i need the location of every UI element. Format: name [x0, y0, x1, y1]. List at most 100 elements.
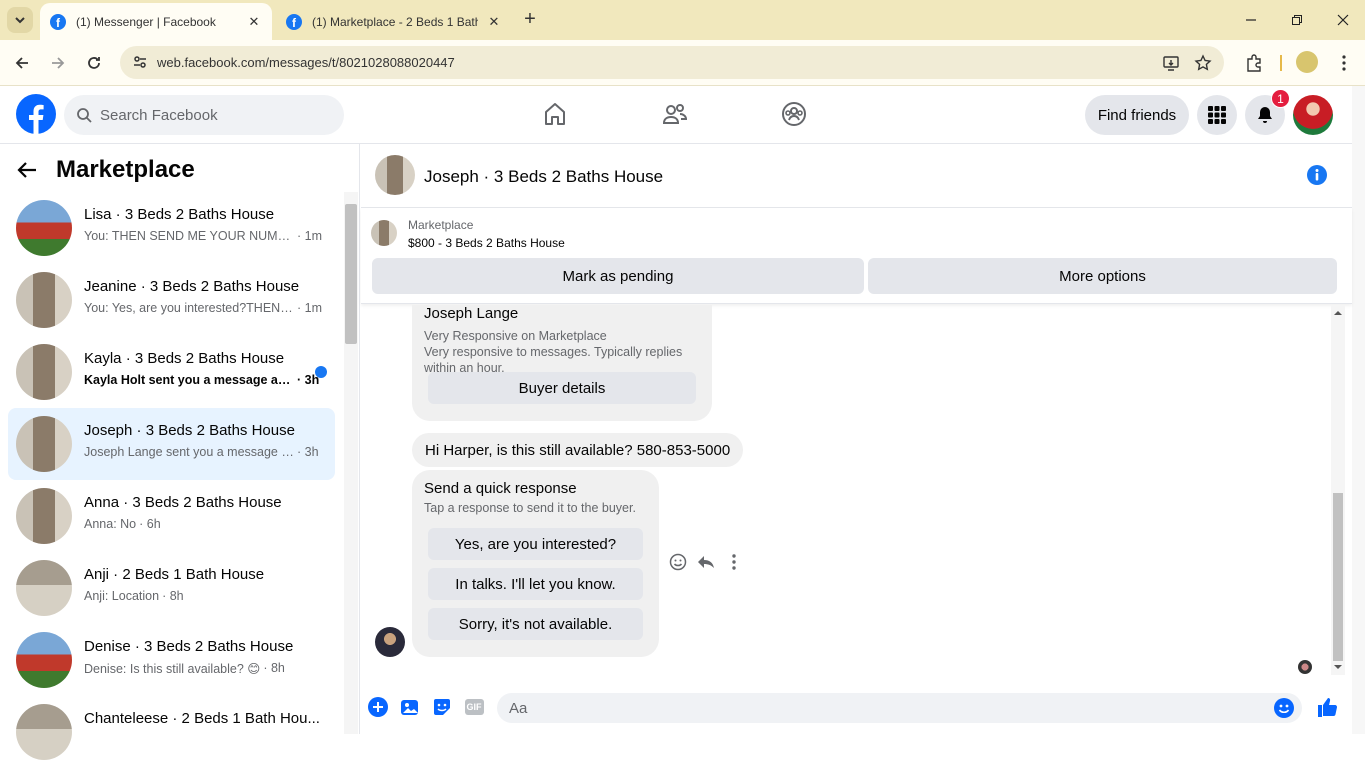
menu-grid-icon[interactable] [1197, 95, 1237, 135]
search-icon [77, 108, 92, 123]
message-input[interactable] [509, 699, 1249, 717]
conversation-item[interactable]: Joseph · 3 Beds 2 Baths House Joseph Lang… [8, 408, 335, 480]
reload-icon[interactable] [83, 52, 105, 74]
gif-icon[interactable]: GIF [463, 696, 485, 718]
quick-reply-yes-button[interactable]: Yes, are you interested? [428, 528, 643, 560]
conversation-item[interactable]: Lisa · 3 Beds 2 Baths House You: THEN SEN… [8, 192, 335, 264]
reply-icon[interactable] [696, 552, 716, 572]
tab-title: (1) Messenger | Facebook [76, 14, 216, 29]
chevron-down-icon [15, 17, 25, 24]
sender-avatar[interactable] [375, 627, 405, 657]
conversation-item[interactable]: Jeanine · 3 Beds 2 Baths House You: Yes, … [8, 264, 335, 336]
tab-title: (1) Marketplace - 2 Beds 1 Bath [312, 14, 478, 29]
close-tab-icon[interactable]: ✕ [246, 14, 262, 30]
notification-badge: 1 [1271, 89, 1290, 108]
more-actions-plus-icon[interactable] [367, 696, 389, 718]
site-settings-icon[interactable] [132, 54, 148, 70]
scroll-up-icon[interactable] [1331, 307, 1345, 319]
message-thread: Joseph Lange Very Responsive on Marketpl… [361, 305, 1352, 675]
install-app-icon[interactable] [1162, 54, 1180, 72]
chat-title[interactable]: Joseph · 3 Beds 2 Baths House [424, 167, 663, 187]
scrollbar-thumb[interactable] [1333, 493, 1343, 661]
groups-icon[interactable] [779, 99, 809, 129]
conversation-item[interactable]: Chanteleese · 2 Beds 1 Bath Hou... [8, 696, 335, 768]
chat-avatar[interactable] [375, 155, 415, 195]
message-bubble[interactable]: Hi Harper, is this still available? 580-… [412, 433, 744, 467]
account-avatar[interactable] [1293, 95, 1333, 135]
listing-thumbnail[interactable] [371, 220, 397, 246]
tab-search-button[interactable] [7, 7, 33, 33]
thread-scrollbar[interactable] [1331, 305, 1345, 675]
message-input-box[interactable] [497, 693, 1302, 723]
react-emoji-icon[interactable] [668, 552, 688, 572]
conversation-item[interactable]: Anna · 3 Beds 2 Baths House Anna: No · 6h [8, 480, 335, 552]
info-icon[interactable] [1306, 164, 1328, 186]
conversation-avatar [16, 704, 72, 760]
search-box[interactable] [64, 95, 344, 135]
conversation-preview: You: THEN SEND ME YOUR NUMBER [84, 229, 294, 243]
conversation-preview: You: Yes, are you interested?THEN SEND [84, 301, 294, 315]
conversation-item[interactable]: Anji · 2 Beds 1 Bath House Anji: Location… [8, 552, 335, 624]
conversation-name: Denise · 3 Beds 2 Baths House [84, 638, 294, 655]
address-bar[interactable]: web.facebook.com/messages/t/802102808802… [120, 46, 1224, 79]
conversation-time: · 6h [139, 517, 161, 531]
buyer-name: Joseph Lange [424, 305, 519, 322]
conversation-preview: Anna: No [84, 517, 137, 531]
conversation-preview: Denise: Is this still available? 😊 [84, 662, 261, 676]
facebook-favicon-icon: f [286, 13, 302, 30]
listing-title[interactable]: $800 - 3 Beds 2 Baths House [408, 236, 565, 250]
quick-response-card: Send a quick response Tap a response to … [412, 470, 659, 657]
tab-marketplace[interactable]: f (1) Marketplace - 2 Beds 1 Bath ✕ [276, 3, 512, 40]
conversation-scrollbar[interactable] [344, 192, 358, 734]
back-icon[interactable] [11, 52, 33, 74]
more-actions-icon[interactable] [724, 552, 744, 572]
conversation-list: Lisa · 3 Beds 2 Baths House You: THEN SEN… [8, 192, 335, 768]
search-input[interactable] [100, 106, 330, 124]
extensions-icon[interactable] [1243, 52, 1265, 74]
mark-as-pending-button[interactable]: Mark as pending [372, 258, 864, 294]
conversation-time: · 3h [297, 445, 319, 459]
conversation-name: Lisa · 3 Beds 2 Baths House [84, 206, 275, 223]
tab-messenger[interactable]: f (1) Messenger | Facebook ✕ [40, 3, 272, 40]
facebook-header: Find friends [0, 86, 1352, 144]
chat-header: Joseph · 3 Beds 2 Baths House [361, 144, 1352, 208]
emoji-icon[interactable] [1274, 698, 1294, 718]
conversation-avatar [16, 560, 72, 616]
quick-response-subtitle: Tap a response to send it to the buyer. [424, 501, 636, 515]
buyer-details-button[interactable]: Buyer details [428, 372, 696, 404]
bookmark-star-icon[interactable] [1194, 54, 1212, 72]
conversation-time: · 8h [263, 661, 285, 675]
friends-icon[interactable] [660, 99, 690, 129]
facebook-logo-icon[interactable] [16, 94, 56, 134]
message-text: Hi Harper, is this still available? 580-… [425, 441, 731, 459]
scroll-down-icon[interactable] [1331, 661, 1345, 673]
sticker-icon[interactable] [431, 696, 453, 718]
browser-profile-icon[interactable] [1296, 51, 1318, 73]
browser-toolbar: web.facebook.com/messages/t/802102808802… [0, 40, 1365, 86]
seen-indicator-avatar [1298, 660, 1312, 674]
page-scrollbar[interactable] [1352, 86, 1365, 734]
quick-reply-unavailable-button[interactable]: Sorry, it's not available. [428, 608, 643, 640]
buyer-info-card: Joseph Lange Very Responsive on Marketpl… [412, 305, 712, 421]
back-arrow-icon[interactable] [16, 159, 38, 181]
quick-reply-talks-button[interactable]: In talks. I'll let you know. [428, 568, 643, 600]
minimize-icon[interactable] [1241, 10, 1261, 30]
forward-icon[interactable] [47, 52, 69, 74]
more-options-button[interactable]: More options [868, 258, 1337, 294]
url-text[interactable]: web.facebook.com/messages/t/802102808802… [157, 55, 455, 70]
find-friends-button[interactable]: Find friends [1085, 95, 1189, 135]
attach-photo-icon[interactable] [399, 696, 421, 718]
new-tab-icon[interactable]: + [519, 9, 541, 31]
close-window-icon[interactable] [1333, 10, 1353, 30]
home-icon[interactable] [540, 99, 570, 129]
thumbs-up-icon[interactable] [1316, 696, 1338, 718]
marketplace-inbox-panel: Marketplace Lisa · 3 Beds 2 Baths House Y… [0, 144, 360, 760]
conversation-item[interactable]: Kayla · 3 Beds 2 Baths House Kayla Holt s… [8, 336, 335, 408]
conversation-item[interactable]: Denise · 3 Beds 2 Baths House Denise: Is … [8, 624, 335, 696]
conversation-preview: Anji: Location [84, 589, 160, 603]
browser-menu-icon[interactable] [1333, 52, 1355, 74]
restore-icon[interactable] [1287, 10, 1307, 30]
scrollbar-thumb[interactable] [345, 204, 357, 344]
close-tab-icon[interactable]: ✕ [486, 14, 502, 30]
conversation-name: Anna · 3 Beds 2 Baths House [84, 494, 282, 511]
